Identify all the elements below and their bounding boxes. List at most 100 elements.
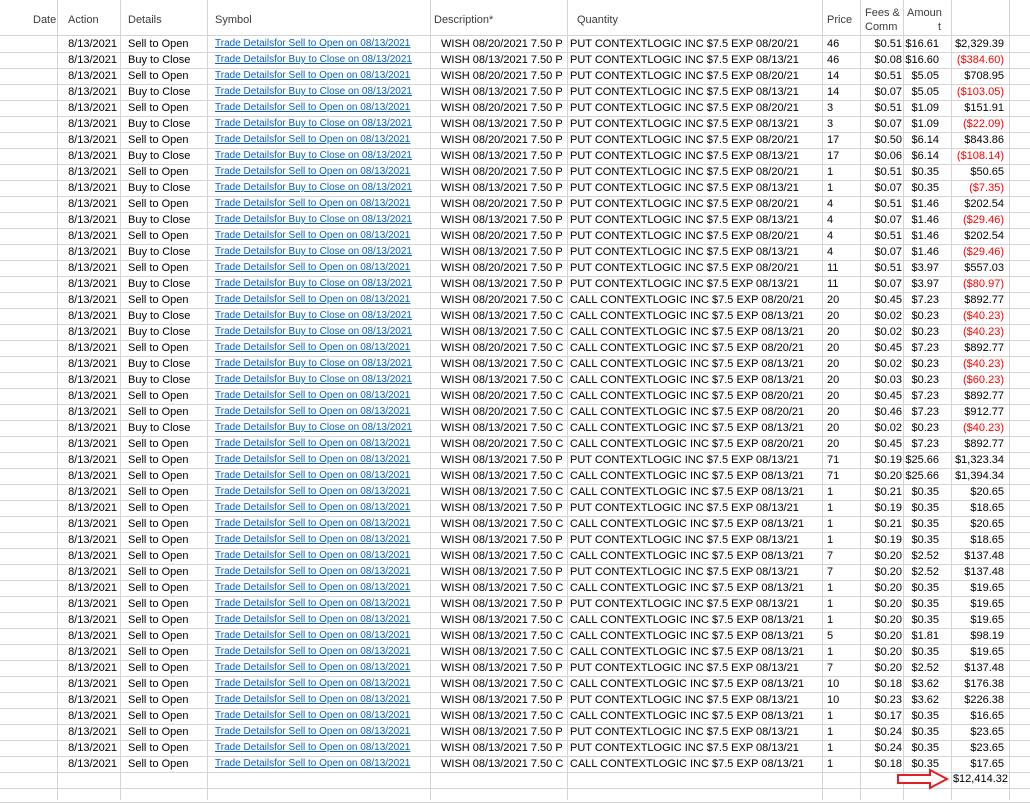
cell-description[interactable]: CALL CONTEXTLOGIC INC $7.5 EXP 08/13/21 (570, 468, 822, 484)
cell-description[interactable]: PUT CONTEXTLOGIC INC $7.5 EXP 08/13/21 (570, 724, 822, 740)
cell-action[interactable]: Sell to Open (128, 612, 208, 628)
cell-symbol[interactable]: WISH 08/13/2021 7.50 P (441, 148, 566, 164)
trade-details-link[interactable]: Trade Detailsfor Sell to Open on 08/13/2… (215, 660, 430, 676)
cell-price[interactable]: $0.07 (860, 180, 902, 196)
cell-price[interactable]: $0.50 (860, 132, 902, 148)
cell-action[interactable]: Sell to Open (128, 676, 208, 692)
cell-symbol[interactable]: WISH 08/13/2021 7.50 C (441, 420, 566, 436)
trade-details-link[interactable]: Trade Detailsfor Sell to Open on 08/13/2… (215, 340, 430, 356)
trade-details-link[interactable]: Trade Detailsfor Sell to Open on 08/13/2… (215, 740, 430, 756)
cell-date[interactable]: 8/13/2021 (57, 548, 117, 564)
cell-description[interactable]: PUT CONTEXTLOGIC INC $7.5 EXP 08/13/21 (570, 500, 822, 516)
header-quantity[interactable]: Quantity (577, 14, 618, 26)
cell-fees[interactable]: $1.46 (903, 196, 939, 212)
cell-price[interactable]: $0.45 (860, 340, 902, 356)
cell-fees[interactable]: $1.09 (903, 100, 939, 116)
trade-details-link[interactable]: Trade Detailsfor Buy to Close on 08/13/2… (215, 324, 430, 340)
cell-price[interactable]: $0.45 (860, 436, 902, 452)
cell-amount[interactable]: ($80.97) (940, 276, 1004, 292)
cell-action[interactable]: Buy to Close (128, 420, 208, 436)
cell-price[interactable]: $0.20 (860, 612, 902, 628)
cell-action[interactable]: Buy to Close (128, 244, 208, 260)
cell-description[interactable]: CALL CONTEXTLOGIC INC $7.5 EXP 08/13/21 (570, 644, 822, 660)
cell-amount[interactable]: ($40.23) (940, 308, 1004, 324)
trade-details-link[interactable]: Trade Detailsfor Buy to Close on 08/13/2… (215, 148, 430, 164)
cell-fees[interactable]: $0.35 (903, 724, 939, 740)
cell-quantity[interactable]: 20 (827, 404, 859, 420)
cell-action[interactable]: Sell to Open (128, 580, 208, 596)
cell-amount[interactable]: $912.77 (940, 404, 1004, 420)
cell-symbol[interactable]: WISH 08/20/2021 7.50 P (441, 196, 566, 212)
cell-description[interactable]: CALL CONTEXTLOGIC INC $7.5 EXP 08/13/21 (570, 548, 822, 564)
cell-fees[interactable]: $2.52 (903, 564, 939, 580)
cell-description[interactable]: PUT CONTEXTLOGIC INC $7.5 EXP 08/13/21 (570, 564, 822, 580)
cell-quantity[interactable]: 7 (827, 564, 859, 580)
cell-fees[interactable]: $5.05 (903, 84, 939, 100)
cell-action[interactable]: Buy to Close (128, 52, 208, 68)
cell-action[interactable]: Sell to Open (128, 628, 208, 644)
trade-details-link[interactable]: Trade Detailsfor Sell to Open on 08/13/2… (215, 196, 430, 212)
cell-date[interactable]: 8/13/2021 (57, 116, 117, 132)
trade-details-link[interactable]: Trade Detailsfor Buy to Close on 08/13/2… (215, 420, 430, 436)
cell-date[interactable]: 8/13/2021 (57, 644, 117, 660)
cell-fees[interactable]: $2.52 (903, 548, 939, 564)
trade-details-link[interactable]: Trade Detailsfor Buy to Close on 08/13/2… (215, 244, 430, 260)
cell-date[interactable]: 8/13/2021 (57, 292, 117, 308)
cell-action[interactable]: Sell to Open (128, 708, 208, 724)
cell-description[interactable]: PUT CONTEXTLOGIC INC $7.5 EXP 08/20/21 (570, 260, 822, 276)
cell-price[interactable]: $0.07 (860, 84, 902, 100)
trade-details-link[interactable]: Trade Detailsfor Sell to Open on 08/13/2… (215, 692, 430, 708)
cell-date[interactable]: 8/13/2021 (57, 756, 117, 772)
cell-symbol[interactable]: WISH 08/13/2021 7.50 P (441, 84, 566, 100)
cell-action[interactable]: Buy to Close (128, 356, 208, 372)
cell-date[interactable]: 8/13/2021 (57, 276, 117, 292)
cell-amount[interactable]: $137.48 (940, 660, 1004, 676)
cell-symbol[interactable]: WISH 08/13/2021 7.50 P (441, 116, 566, 132)
cell-fees[interactable]: $7.23 (903, 292, 939, 308)
cell-quantity[interactable]: 3 (827, 116, 859, 132)
cell-amount[interactable]: $50.65 (940, 164, 1004, 180)
cell-fees[interactable]: $0.23 (903, 420, 939, 436)
trade-details-link[interactable]: Trade Detailsfor Sell to Open on 08/13/2… (215, 164, 430, 180)
cell-fees[interactable]: $7.23 (903, 404, 939, 420)
cell-amount[interactable]: $19.65 (940, 580, 1004, 596)
cell-quantity[interactable]: 1 (827, 644, 859, 660)
cell-date[interactable]: 8/13/2021 (57, 36, 117, 52)
cell-amount[interactable]: $19.65 (940, 612, 1004, 628)
cell-amount[interactable]: $1,323.34 (940, 452, 1004, 468)
cell-date[interactable]: 8/13/2021 (57, 356, 117, 372)
cell-quantity[interactable]: 17 (827, 148, 859, 164)
cell-action[interactable]: Sell to Open (128, 500, 208, 516)
cell-description[interactable]: PUT CONTEXTLOGIC INC $7.5 EXP 08/20/21 (570, 100, 822, 116)
cell-quantity[interactable]: 10 (827, 692, 859, 708)
cell-price[interactable]: $0.06 (860, 148, 902, 164)
cell-action[interactable]: Sell to Open (128, 596, 208, 612)
trade-details-link[interactable]: Trade Detailsfor Sell to Open on 08/13/2… (215, 564, 430, 580)
cell-quantity[interactable]: 1 (827, 708, 859, 724)
trade-details-link[interactable]: Trade Detailsfor Sell to Open on 08/13/2… (215, 132, 430, 148)
cell-fees[interactable]: $0.35 (903, 644, 939, 660)
cell-symbol[interactable]: WISH 08/20/2021 7.50 P (441, 164, 566, 180)
cell-quantity[interactable]: 20 (827, 388, 859, 404)
cell-symbol[interactable]: WISH 08/20/2021 7.50 P (441, 100, 566, 116)
cell-date[interactable]: 8/13/2021 (57, 388, 117, 404)
cell-amount[interactable]: ($40.23) (940, 324, 1004, 340)
cell-description[interactable]: CALL CONTEXTLOGIC INC $7.5 EXP 08/13/21 (570, 308, 822, 324)
cell-quantity[interactable]: 1 (827, 740, 859, 756)
trade-details-link[interactable]: Trade Detailsfor Sell to Open on 08/13/2… (215, 596, 430, 612)
cell-description[interactable]: PUT CONTEXTLOGIC INC $7.5 EXP 08/13/21 (570, 180, 822, 196)
cell-symbol[interactable]: WISH 08/13/2021 7.50 C (441, 484, 566, 500)
total-amount[interactable]: $12,414.32 (948, 770, 1008, 788)
cell-action[interactable]: Sell to Open (128, 100, 208, 116)
cell-price[interactable]: $0.17 (860, 708, 902, 724)
cell-action[interactable]: Sell to Open (128, 388, 208, 404)
cell-price[interactable]: $0.20 (860, 644, 902, 660)
cell-quantity[interactable]: 71 (827, 452, 859, 468)
cell-action[interactable]: Sell to Open (128, 516, 208, 532)
cell-date[interactable]: 8/13/2021 (57, 340, 117, 356)
cell-description[interactable]: PUT CONTEXTLOGIC INC $7.5 EXP 08/13/21 (570, 692, 822, 708)
cell-price[interactable]: $0.23 (860, 692, 902, 708)
cell-symbol[interactable]: WISH 08/13/2021 7.50 P (441, 532, 566, 548)
cell-price[interactable]: $0.19 (860, 452, 902, 468)
trade-details-link[interactable]: Trade Detailsfor Sell to Open on 08/13/2… (215, 516, 430, 532)
